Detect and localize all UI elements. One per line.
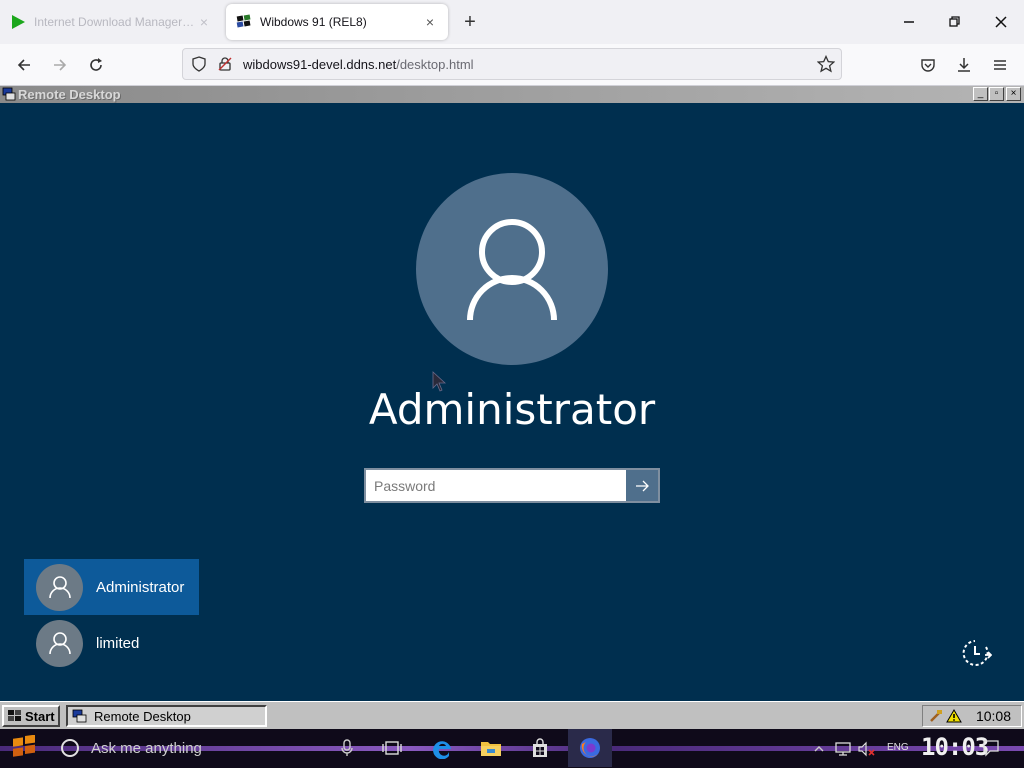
rd-minimize-button[interactable]: _ <box>973 87 988 101</box>
task-label: Remote Desktop <box>94 708 191 724</box>
remote-taskbar: Start Remote Desktop 10:08 <box>0 701 1024 729</box>
login-username: Administrator <box>368 385 656 434</box>
edge-button[interactable] <box>430 735 456 761</box>
bookmark-star-icon[interactable] <box>817 55 835 73</box>
store-bag-icon <box>533 738 547 757</box>
user-silhouette-icon <box>48 576 71 599</box>
tab-title: Internet Download Manager: The fa <box>34 15 196 29</box>
arrow-right-icon <box>636 480 649 491</box>
tools-icon[interactable] <box>929 709 943 723</box>
menu-button[interactable] <box>984 49 1016 81</box>
input-language-indicator[interactable]: ENG <box>887 742 909 753</box>
tab-close-icon[interactable]: × <box>196 14 212 30</box>
pocket-button[interactable] <box>912 49 944 81</box>
tab-wibdows[interactable]: Wibdows 91 (REL8) × <box>226 4 448 40</box>
url-host: wibdows91-devel.ddns.net <box>243 56 397 72</box>
lock-icon[interactable] <box>217 56 233 72</box>
url-path: /desktop.html <box>396 56 474 72</box>
remote-desktop-titlebar: Remote Desktop _ ▫ × <box>0 86 1024 103</box>
user-switch-list: Administrator limited <box>24 559 199 671</box>
firefox-icon <box>580 738 600 758</box>
minimize-button[interactable] <box>886 0 932 44</box>
file-explorer-button[interactable] <box>478 735 504 761</box>
volume-muted-icon[interactable] <box>857 741 877 757</box>
remote-desktop-app-icon <box>2 87 16 101</box>
forward-button[interactable] <box>44 49 76 81</box>
edge-browser-icon <box>433 741 451 759</box>
restore-icon <box>949 16 960 27</box>
user-item-administrator[interactable]: Administrator <box>24 559 199 615</box>
user-avatar-small <box>36 619 83 667</box>
rd-close-button[interactable]: × <box>1006 87 1021 101</box>
password-input[interactable] <box>366 470 626 501</box>
remote-desktop-app-icon <box>72 709 87 723</box>
windows-logo-icon <box>13 735 35 757</box>
tab-title: Wibdows 91 (REL8) <box>260 15 367 29</box>
minimize-icon <box>904 21 914 23</box>
user-silhouette-icon <box>467 219 557 321</box>
host-search-box[interactable]: Ask me anything <box>91 740 202 757</box>
user-item-label: Administrator <box>96 578 185 596</box>
pocket-icon <box>921 59 935 72</box>
task-view-icon <box>382 741 402 755</box>
mouse-cursor-icon <box>432 371 447 392</box>
password-field-container <box>364 468 660 503</box>
cortana-circle-icon[interactable] <box>59 737 81 759</box>
start-button[interactable]: Start <box>2 705 60 727</box>
user-silhouette-icon <box>48 632 71 655</box>
login-screen: Administrator Administrator limited <box>0 103 1024 701</box>
rd-maximize-button[interactable]: ▫ <box>989 87 1004 101</box>
warning-icon[interactable] <box>946 709 962 723</box>
downloads-button[interactable] <box>948 49 980 81</box>
user-item-limited[interactable]: limited <box>24 615 199 671</box>
task-view-button[interactable] <box>379 735 405 761</box>
reload-icon <box>90 58 102 71</box>
store-button[interactable] <box>527 735 553 761</box>
browser-tab-bar: Internet Download Manager: The fa × Wibd… <box>0 0 1024 44</box>
remote-desktop-title: Remote Desktop <box>18 87 121 102</box>
reload-button[interactable] <box>80 49 112 81</box>
chevron-up-icon[interactable] <box>813 744 825 754</box>
download-icon <box>958 58 970 72</box>
back-button[interactable] <box>8 49 40 81</box>
remote-clock: 10:08 <box>975 708 1011 724</box>
wibdows-logo-icon <box>236 14 251 28</box>
remote-system-tray: 10:08 <box>922 705 1022 727</box>
user-avatar-small <box>36 563 83 611</box>
login-submit-button[interactable] <box>626 470 658 501</box>
restore-button[interactable] <box>932 0 978 44</box>
network-icon[interactable] <box>834 741 852 757</box>
power-options-icon[interactable] <box>958 636 992 670</box>
user-item-label: limited <box>96 634 140 652</box>
folder-icon <box>481 742 501 756</box>
close-window-button[interactable] <box>978 0 1024 44</box>
browser-nav-bar: wibdows91-devel.ddns.net/desktop.html <box>0 44 1024 86</box>
close-icon <box>995 16 1007 28</box>
firefox-button[interactable] <box>568 729 612 767</box>
arrow-right-icon <box>54 59 67 71</box>
new-tab-button[interactable]: + <box>456 8 484 36</box>
url-bar[interactable]: wibdows91-devel.ddns.net/desktop.html <box>182 48 842 80</box>
microphone-button[interactable] <box>334 735 360 761</box>
action-center-icon[interactable] <box>982 739 1000 757</box>
windows-logo-icon <box>8 710 21 721</box>
shield-icon[interactable] <box>191 56 207 72</box>
start-label: Start <box>25 708 55 724</box>
tab-close-icon[interactable]: × <box>422 14 438 30</box>
host-start-button[interactable] <box>10 735 38 761</box>
hamburger-menu-icon <box>994 60 1006 70</box>
tab-idm[interactable]: Internet Download Manager: The fa × <box>0 4 222 40</box>
arrow-left-icon <box>17 59 30 71</box>
taskbar-remote-desktop-button[interactable]: Remote Desktop <box>66 705 267 727</box>
host-taskbar: Ask me anything ENG 10:03 <box>0 729 1024 768</box>
host-clock[interactable]: 10:03 <box>921 733 989 761</box>
idm-play-icon <box>12 15 25 29</box>
microphone-icon <box>341 739 353 756</box>
user-avatar-large <box>416 173 608 365</box>
